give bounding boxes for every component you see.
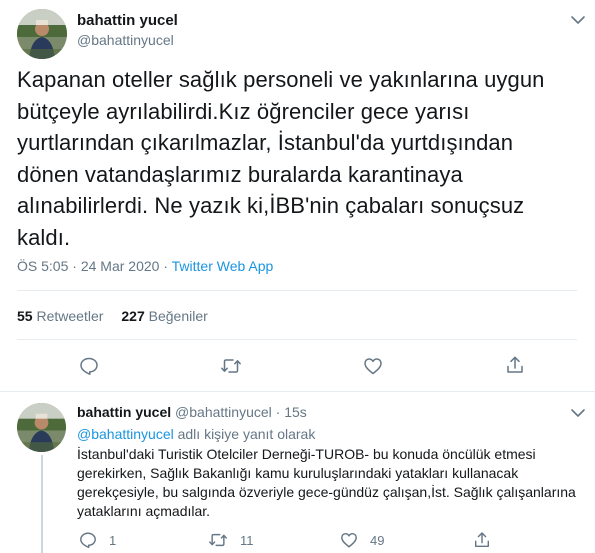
- tweet-timestamp: ÖS 5:05 · 24 Mar 2020 · Twitter Web App: [17, 258, 273, 274]
- author-name[interactable]: bahattin yucel: [77, 12, 178, 29]
- tweet-text: Kapanan oteller sağlık personeli ve yakı…: [17, 67, 545, 250]
- replying-to: @bahattinyucel adlı kişiye yanıt olarak: [77, 426, 315, 442]
- heart-icon[interactable]: [363, 356, 383, 376]
- retweet-label: Retweetler: [36, 308, 104, 324]
- chevron-down-icon[interactable]: [570, 13, 586, 25]
- retweet-action[interactable]: 11: [208, 531, 254, 549]
- like-count: 49: [370, 532, 385, 548]
- retweet-count: 11: [240, 532, 254, 548]
- thread-line: [41, 455, 43, 553]
- author-name[interactable]: bahattin yucel: [77, 404, 171, 420]
- likes-stat[interactable]: 227 Beğeniler: [121, 308, 207, 324]
- tweet-stats: 55 Retweetler 227 Beğeniler: [17, 308, 208, 324]
- retweets-stat[interactable]: 55 Retweetler: [17, 308, 103, 324]
- reply-header: bahattin yucel @bahattinyucel · 15s: [77, 404, 307, 420]
- reply-count: 1: [109, 532, 117, 548]
- heart-icon: [341, 532, 357, 548]
- reply-text: İstanbul'daki Turistik Otelciler Derneği…: [77, 446, 576, 519]
- share-icon[interactable]: [505, 355, 525, 375]
- tweet-date[interactable]: 24 Mar 2020: [81, 258, 160, 274]
- meta-separator: ·: [68, 258, 81, 274]
- divider: [17, 339, 577, 340]
- tweet-source-link[interactable]: Twitter Web App: [172, 258, 274, 274]
- author-handle[interactable]: @bahattinyucel: [77, 32, 174, 48]
- reply-time[interactable]: 15s: [284, 404, 307, 420]
- reply-icon: [80, 532, 96, 549]
- share-action[interactable]: [473, 531, 503, 549]
- meta-separator: ·: [271, 404, 285, 420]
- meta-separator: ·: [159, 258, 172, 274]
- chevron-down-icon[interactable]: [570, 406, 586, 418]
- retweet-icon: [209, 533, 227, 547]
- like-label: Beğeniler: [148, 308, 208, 324]
- replying-to-text: adlı kişiye yanıt olarak: [173, 426, 316, 442]
- reply-icon[interactable]: [79, 356, 99, 376]
- main-tweet: bahattin yucel @bahattinyucel Kapanan ot…: [0, 0, 595, 392]
- avatar[interactable]: [17, 9, 67, 59]
- mention-link[interactable]: @bahattinyucel: [77, 426, 174, 442]
- like-action[interactable]: 49: [340, 531, 384, 549]
- tweet-time[interactable]: ÖS 5:05: [17, 258, 68, 274]
- divider: [17, 290, 577, 291]
- retweet-icon[interactable]: [220, 356, 241, 376]
- reply-action[interactable]: 1: [79, 531, 116, 549]
- share-icon: [474, 532, 490, 548]
- retweet-count: 55: [17, 308, 33, 324]
- author-handle[interactable]: @bahattinyucel: [175, 404, 272, 420]
- avatar[interactable]: [17, 403, 66, 452]
- like-count: 227: [121, 308, 145, 324]
